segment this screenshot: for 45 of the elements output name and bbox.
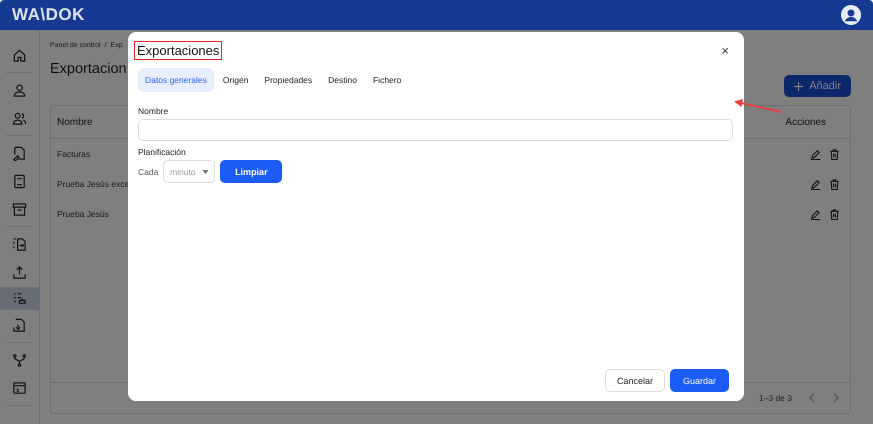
edit-icon[interactable] (810, 208, 821, 220)
book-icon (12, 174, 27, 188)
archive-icon (12, 202, 27, 216)
clear-button[interactable]: Limpiar (220, 160, 282, 183)
avatar-icon[interactable] (841, 5, 861, 25)
name-input-field[interactable] (138, 119, 733, 141)
delete-icon[interactable] (829, 208, 840, 220)
tab[interactable]: Datos generales (138, 68, 214, 92)
list-icon (12, 291, 27, 306)
pagination-text: 1–3 de 3 (758, 393, 792, 403)
terminal-icon (12, 380, 27, 396)
users-icon (12, 110, 27, 126)
delete-icon[interactable] (829, 178, 840, 190)
unit-select[interactable]: minuto (163, 160, 216, 183)
edit-doc-icon (12, 146, 27, 160)
tab[interactable]: Destino (321, 68, 364, 92)
logo: WA\DOK (12, 5, 85, 25)
field-label: Nombre (138, 106, 170, 116)
field-label: Planificación (138, 147, 187, 157)
add-button[interactable]: Añadir (784, 75, 851, 97)
annotation-arrow (733, 98, 783, 114)
table-cell: Prueba Jesús (57, 209, 109, 219)
tab[interactable]: Propiedades (257, 68, 320, 92)
cancel-button[interactable]: Cancelar (604, 369, 665, 392)
page-title: Exportacion (50, 61, 127, 77)
close-button[interactable]: × (716, 42, 734, 58)
dropdown-caret-icon (202, 170, 209, 174)
column-header: Acciones (785, 116, 826, 128)
home-icon (12, 48, 27, 62)
edit-icon[interactable] (810, 148, 821, 160)
table-cell: Facturas (57, 149, 90, 159)
column-header: Nombre (57, 116, 93, 128)
edit-icon[interactable] (810, 178, 821, 190)
plus-icon (794, 82, 804, 90)
save-button[interactable]: Guardar (670, 369, 729, 392)
tab[interactable]: Origen (216, 68, 256, 92)
delete-icon[interactable] (829, 148, 840, 160)
tab[interactable]: Fichero (366, 68, 408, 92)
user-icon (12, 82, 27, 98)
field-label: Cada (138, 166, 158, 176)
fork-icon (12, 352, 27, 368)
download-icon (12, 318, 27, 332)
dialog-title: Exportaciones (137, 42, 220, 58)
files-icon (12, 236, 27, 252)
upload-icon (12, 264, 27, 280)
